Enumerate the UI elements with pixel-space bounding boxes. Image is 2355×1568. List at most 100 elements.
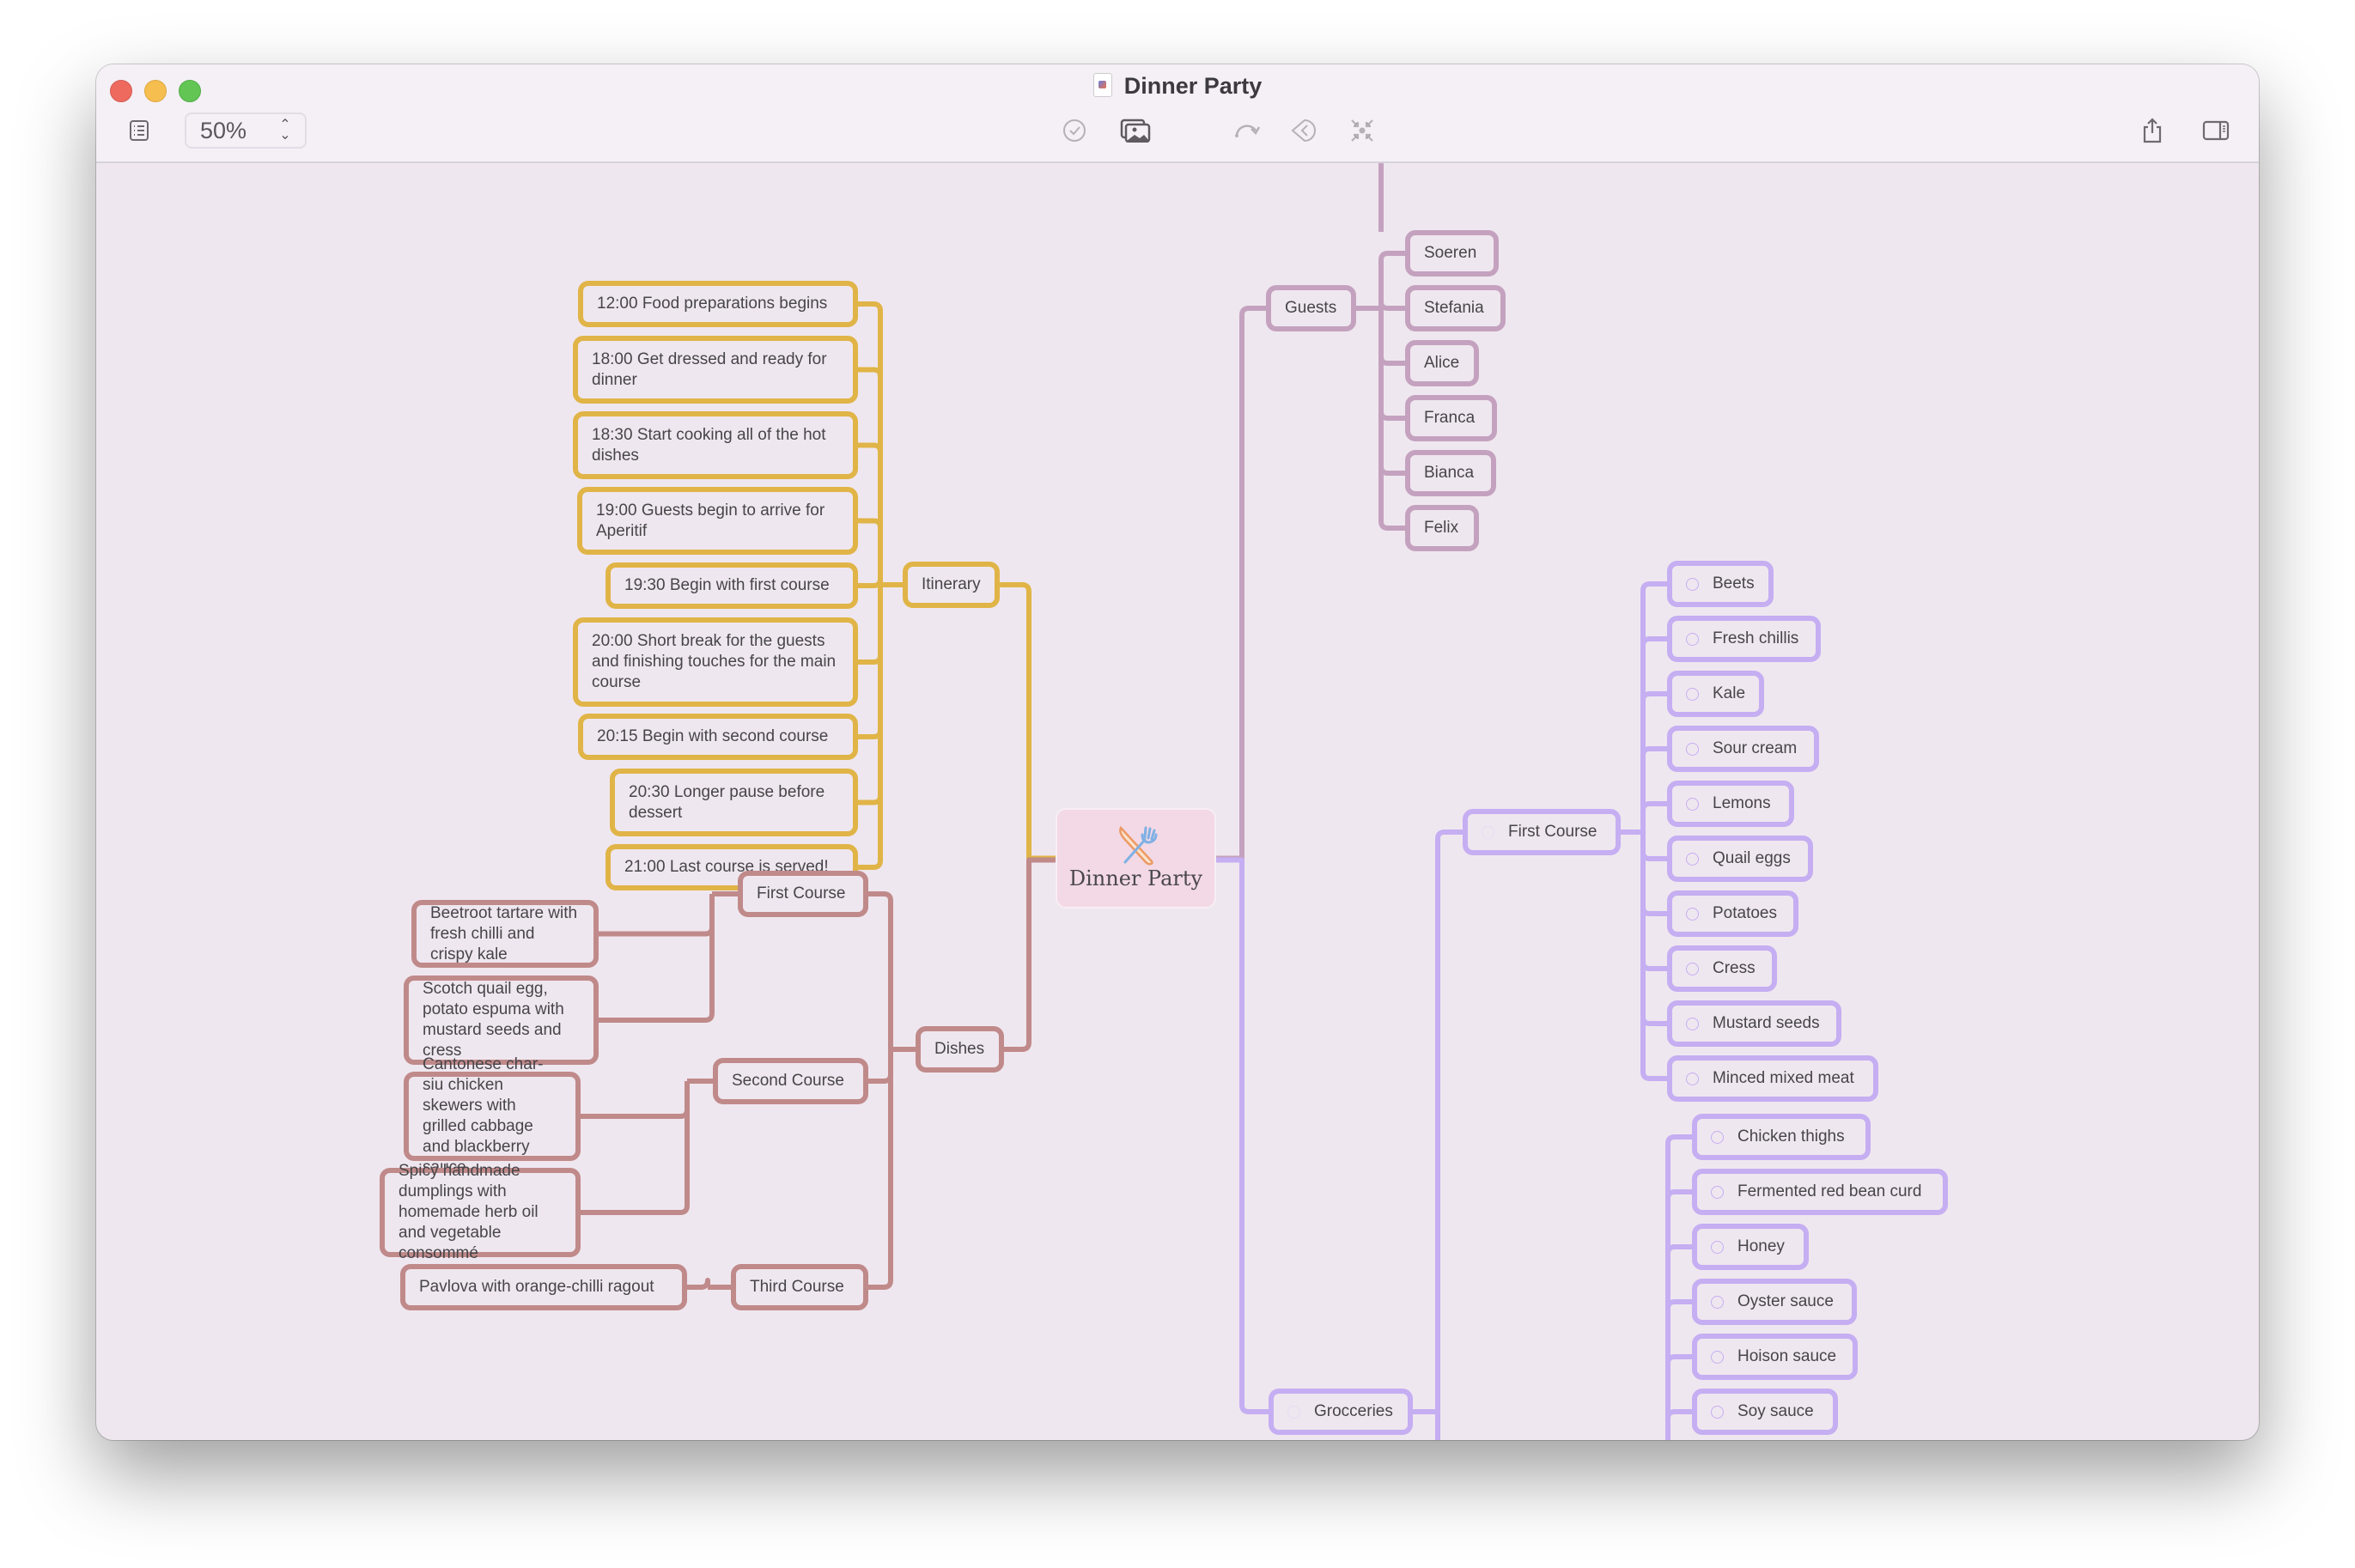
connector-line [858,442,883,585]
grocery-item[interactable]: Beets [1667,561,1774,607]
back-button[interactable] [1287,116,1321,145]
checkbox-icon[interactable] [1686,632,1699,646]
progress-icon[interactable] [1287,1405,1300,1419]
checkbox-icon[interactable] [1686,852,1699,866]
progress-icon[interactable] [1482,825,1494,839]
itinerary-topic[interactable]: Itinerary [903,562,1000,608]
connector-line [1378,308,1405,366]
checkbox-icon[interactable] [1711,1130,1724,1144]
itinerary-item[interactable]: 19:00 Guests begin to arrive for Aperiti… [577,487,858,555]
grocery-item[interactable]: Potatoes [1667,890,1798,937]
guest-item[interactable]: Bianca [1405,450,1496,496]
groceries-topic[interactable]: Grocceries [1269,1389,1413,1435]
grocery-item[interactable]: Lemons [1667,781,1794,827]
checkbox-icon[interactable] [1711,1185,1724,1199]
checkbox-icon[interactable] [1686,907,1699,921]
dishes-topic[interactable]: Dishes [916,1026,1004,1073]
guest-item[interactable]: Alice [1405,340,1479,386]
redo-button[interactable] [1230,116,1264,145]
checkbox-icon[interactable] [1686,962,1699,975]
checkbox-icon[interactable] [1711,1405,1724,1419]
item-label: Potatoes [1713,904,1777,922]
dishes-first-course[interactable]: First Course [738,871,868,917]
guest-item[interactable]: Felix [1405,505,1479,551]
stepper-icon[interactable]: ⌃ ⌄ [274,119,296,143]
document-icon [1092,73,1112,97]
connector-line [858,518,883,585]
topic-label: First Course [1508,823,1597,841]
grocery-item[interactable]: Sour cream [1667,726,1819,772]
itinerary-item[interactable]: 12:00 Food preparations begins [578,281,858,327]
grocery-item[interactable]: Quail eggs [1667,836,1813,882]
connector-line [599,894,715,1023]
image-icon [1120,119,1151,143]
item-label: Fresh chillis [1713,629,1799,647]
itinerary-item[interactable]: 20:30 Longer pause before dessert [610,769,858,836]
topic-label: Guests [1285,299,1337,317]
connector-line [868,1049,893,1084]
grocery-item[interactable]: Soy sauce [1692,1389,1838,1435]
dishes-second-course[interactable]: Second Course [713,1058,868,1104]
grocery-item[interactable]: Fresh chillis [1667,616,1821,662]
dish-item[interactable]: Scotch quail egg, potato espuma with mus… [404,975,599,1065]
outline-button[interactable] [122,116,156,145]
checkbox-icon[interactable] [1686,742,1699,756]
checkbox-icon[interactable] [1711,1350,1724,1364]
checkbox-icon[interactable] [1686,687,1699,701]
checkbox-icon[interactable] [1686,1017,1699,1030]
itinerary-item[interactable]: 20:15 Begin with second course [578,714,858,760]
checkbox-icon[interactable] [1686,1072,1699,1085]
item-label: Bianca [1424,464,1475,482]
image-button[interactable] [1118,116,1153,145]
grocery-item[interactable]: Hoison sauce [1692,1334,1858,1380]
item-label: Lemons [1713,794,1771,812]
guests-topic[interactable]: Guests [1266,285,1356,331]
guest-item[interactable]: Soeren [1405,230,1499,277]
grocery-item[interactable]: Chicken thighs [1692,1114,1871,1160]
outline-icon [130,120,149,141]
inspector-button[interactable] [2199,116,2233,145]
topic-label: Third Course [750,1278,844,1296]
dish-item[interactable]: Pavlova with orange-chilli ragout [400,1264,687,1310]
guest-item[interactable]: Franca [1405,395,1497,441]
share-button[interactable] [2135,116,2169,145]
zoom-level-control[interactable]: 50% ⌃ ⌄ [185,112,307,149]
item-label: Felix [1424,519,1459,537]
connector-line [858,585,883,665]
topic-label: First Course [757,884,846,903]
mindmap-canvas[interactable]: Dinner Party Itinerary 12:00 Food prepar… [96,163,2259,1440]
itinerary-item[interactable]: 20:00 Short break for the guests and fin… [573,617,858,707]
grocery-item[interactable]: Kale [1667,671,1764,717]
grocery-item[interactable]: Oyster sauce [1692,1279,1857,1325]
grocery-item[interactable]: Honey [1692,1224,1809,1270]
dishes-third-course[interactable]: Third Course [731,1264,868,1310]
item-label: 18:00 Get dressed and ready for dinner [592,349,827,389]
grocery-item[interactable]: Mustard seeds [1667,1000,1841,1047]
dish-item[interactable]: Beetroot tartare with fresh chilli and c… [411,900,599,968]
window-title-text: Dinner Party [1123,73,1263,99]
connector-line [1640,832,1667,1081]
itinerary-item[interactable]: 18:00 Get dressed and ready for dinner [573,336,858,404]
redo-icon [1235,125,1261,137]
itinerary-item[interactable]: 19:30 Begin with first course [605,562,858,609]
focus-button[interactable] [1345,116,1379,145]
guest-item[interactable]: Stefania [1405,285,1506,331]
connector-line [858,367,883,585]
central-topic[interactable]: Dinner Party [1056,808,1216,909]
connector-line [1640,832,1667,971]
grocery-item[interactable]: Minced mixed meat [1667,1055,1878,1102]
checkbox-icon[interactable] [1686,577,1699,591]
dish-item[interactable]: Cantonese char-siu chicken skewers with … [404,1055,581,1176]
connector-line [1665,1409,1692,1440]
checkbox-icon[interactable] [1711,1240,1724,1254]
item-label: Soy sauce [1737,1402,1814,1420]
groceries-first-course[interactable]: First Course [1463,809,1621,855]
connector-line [1378,251,1405,308]
grocery-item[interactable]: Cress [1667,945,1777,992]
task-button[interactable] [1057,116,1092,145]
dish-item[interactable]: Spicy handmade dumplings with homemade h… [380,1162,581,1262]
grocery-item[interactable]: Fermented red bean curd [1692,1169,1948,1215]
checkbox-icon[interactable] [1686,797,1699,811]
itinerary-item[interactable]: 18:30 Start cooking all of the hot dishe… [573,411,858,479]
checkbox-icon[interactable] [1711,1295,1724,1309]
